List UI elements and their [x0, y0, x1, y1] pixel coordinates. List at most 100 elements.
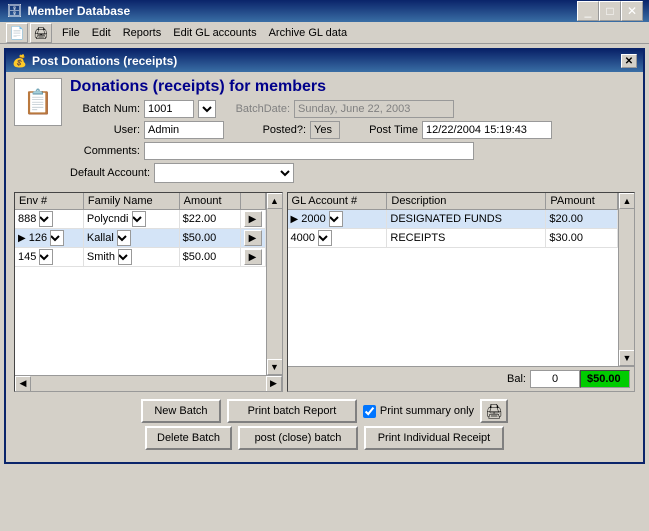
cell-env: ▶ 126 — [15, 229, 83, 248]
toolbar-btn-1[interactable]: 📄 — [6, 23, 28, 43]
name-select-1[interactable] — [132, 211, 146, 227]
cell-desc: RECEIPTS — [387, 229, 546, 248]
table-row[interactable]: 888 Polycndi $22.00 — [15, 210, 265, 229]
default-account-label: Default Account: — [70, 167, 150, 179]
env-select-3[interactable] — [39, 249, 53, 265]
posted-label: Posted?: — [236, 124, 306, 136]
right-table-scroll-area: GL Account # Description PAmount ▶ — [288, 193, 634, 366]
scroll-up-btn-r[interactable]: ▲ — [619, 193, 634, 209]
close-btn[interactable]: ✕ — [621, 1, 643, 21]
table-row[interactable]: ▶ 2000 DESIGNATED FUNDS $20.00 — [288, 210, 618, 229]
dialog: 💰 Post Donations (receipts) ✕ 📋 Donation… — [4, 48, 645, 464]
outer-title-bar: 🗄 Member Database _ □ ✕ — [0, 0, 649, 22]
row-arrow-3[interactable]: ▶ — [244, 249, 262, 265]
scroll-down-btn[interactable]: ▼ — [267, 359, 282, 375]
row-indicator: ▶ — [18, 233, 26, 244]
dialog-header-title: Donations (receipts) for members — [70, 78, 552, 96]
minimize-btn[interactable]: _ — [577, 1, 599, 21]
menu-reports[interactable]: Reports — [117, 25, 168, 41]
left-table-scrollbar[interactable]: ▲ ▼ — [266, 193, 282, 375]
table-row[interactable]: 145 Smith $50.00 — [15, 248, 265, 267]
posted-input — [310, 121, 340, 139]
toolbar-btn-2[interactable]: 🖨 — [30, 23, 52, 43]
right-table-scrollbar[interactable]: ▲ ▼ — [618, 193, 634, 366]
balance-label: Bal: — [507, 373, 526, 385]
right-table: GL Account # Description PAmount ▶ — [288, 193, 618, 248]
left-table-container: Env # Family Name Amount — [14, 192, 283, 392]
delete-batch-button[interactable]: Delete Batch — [145, 426, 232, 450]
batch-num-label: Batch Num: — [70, 103, 140, 115]
user-label: User: — [70, 124, 140, 136]
balance-input[interactable] — [530, 370, 580, 388]
print-individual-receipt-button[interactable]: Print Individual Receipt — [364, 426, 504, 450]
user-input[interactable] — [144, 121, 224, 139]
post-close-batch-button[interactable]: post (close) batch — [238, 426, 358, 450]
menu-edit[interactable]: Edit — [86, 25, 117, 41]
print-summary-label: Print summary only — [380, 405, 474, 417]
env-select-1[interactable] — [39, 211, 53, 227]
scroll-down-btn-r[interactable]: ▼ — [619, 350, 634, 366]
gl-select-1[interactable] — [329, 211, 343, 227]
cell-amount: $50.00 — [179, 229, 240, 248]
dialog-body: 📋 Donations (receipts) for members Batch… — [6, 72, 643, 462]
app-icon: 🗄 — [6, 3, 23, 19]
new-batch-button[interactable]: New Batch — [141, 399, 221, 423]
scroll-track-r[interactable] — [619, 209, 634, 350]
cell-gl: 4000 — [288, 229, 387, 248]
cell-amount: $50.00 — [179, 248, 240, 267]
row-arrow-1[interactable]: ▶ — [244, 211, 262, 227]
menu-edit-gl[interactable]: Edit GL accounts — [167, 25, 262, 41]
name-select-2[interactable] — [117, 230, 131, 246]
header-section: 📋 Donations (receipts) for members Batch… — [14, 78, 635, 186]
gl-select-2[interactable] — [318, 230, 332, 246]
right-table-container: GL Account # Description PAmount ▶ — [287, 192, 635, 392]
default-account-select[interactable] — [154, 163, 294, 183]
col-env-num: Env # — [15, 193, 83, 210]
print-batch-report-button[interactable]: Print batch Report — [227, 399, 357, 423]
cell-env: 888 — [15, 210, 83, 229]
cell-desc: DESIGNATED FUNDS — [387, 210, 546, 229]
batch-date-input — [294, 100, 454, 118]
scroll-track[interactable] — [267, 209, 282, 359]
batch-num-select[interactable] — [198, 100, 216, 118]
batch-num-row: Batch Num: BatchDate: — [70, 100, 552, 118]
hscroll-right-btn[interactable]: ▶ — [266, 376, 282, 392]
left-table: Env # Family Name Amount — [15, 193, 266, 267]
tables-area: Env # Family Name Amount — [14, 192, 635, 392]
menu-file[interactable]: File — [56, 25, 86, 41]
default-account-row: Default Account: — [70, 163, 552, 183]
header-icon: 📋 — [14, 78, 62, 126]
cell-env: 145 — [15, 248, 83, 267]
col-gl-account: GL Account # — [288, 193, 387, 210]
name-select-3[interactable] — [118, 249, 132, 265]
dialog-close-button[interactable]: ✕ — [621, 54, 637, 68]
balance-total: $50.00 — [580, 370, 630, 388]
button-row-bottom: Delete Batch post (close) batch Print In… — [14, 426, 635, 456]
env-select-2[interactable] — [50, 230, 64, 246]
scroll-up-btn[interactable]: ▲ — [267, 193, 282, 209]
row-indicator-right: ▶ — [291, 214, 299, 225]
left-table-scroll-area: Env # Family Name Amount — [15, 193, 282, 375]
col-actions — [240, 193, 265, 210]
row-arrow-2[interactable]: ▶ — [244, 230, 262, 246]
cell-action: ▶ — [240, 210, 265, 229]
batch-num-input[interactable] — [144, 100, 194, 118]
printer-icon-button[interactable]: 🖨 — [480, 399, 508, 423]
print-summary-checkbox[interactable] — [363, 405, 376, 418]
left-table-inner: Env # Family Name Amount — [15, 193, 266, 375]
post-time-label: Post Time — [348, 124, 418, 136]
hscroll-left-btn[interactable]: ◀ — [15, 376, 31, 392]
table-row[interactable]: ▶ 126 Kallal $50.00 — [15, 229, 265, 248]
col-family-name: Family Name — [83, 193, 179, 210]
cell-pamount: $30.00 — [546, 229, 618, 248]
maximize-btn[interactable]: □ — [599, 1, 621, 21]
balance-row: Bal: $50.00 — [288, 366, 634, 391]
hscroll-track[interactable] — [31, 376, 266, 392]
menu-archive-gl[interactable]: Archive GL data — [263, 25, 353, 41]
table-row[interactable]: 4000 RECEIPTS $30.00 — [288, 229, 618, 248]
batch-date-label: BatchDate: — [220, 103, 290, 115]
left-table-hscroll[interactable]: ◀ ▶ — [15, 375, 282, 391]
cell-action: ▶ — [240, 248, 265, 267]
comments-label: Comments: — [70, 145, 140, 157]
comments-input[interactable] — [144, 142, 474, 160]
